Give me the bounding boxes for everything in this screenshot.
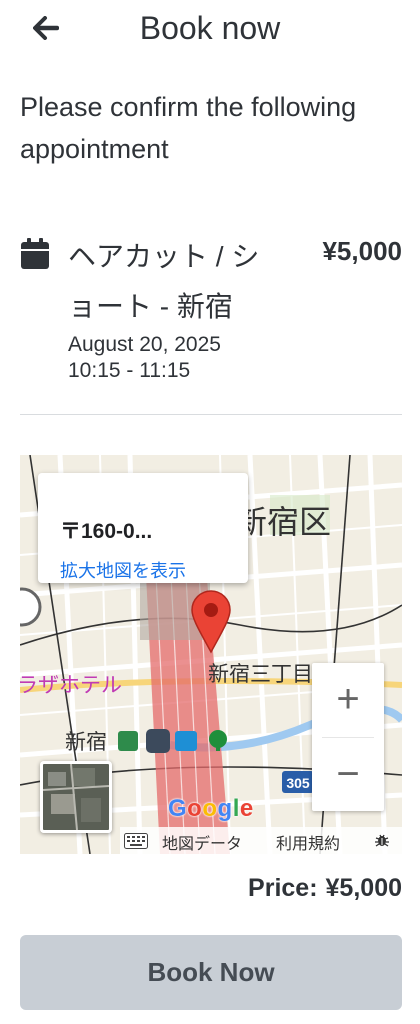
bug-report-icon[interactable] <box>374 832 390 848</box>
appointment-summary: ヘアカット / ショート - 新宿 ¥5,000 August 20, 2025… <box>20 232 402 392</box>
service-name: ヘアカット / ショート - 新宿 <box>68 241 260 322</box>
station-label: 新宿 <box>65 730 107 754</box>
zoom-in-button[interactable]: + <box>312 663 384 736</box>
confirm-message: Please confirm the following appointment <box>20 92 357 164</box>
map-data-link[interactable]: 地図データ <box>162 830 242 854</box>
page-title: Book now <box>139 10 281 46</box>
book-now-button[interactable]: Book Now <box>20 935 402 1010</box>
route-number: 305 <box>286 775 310 791</box>
price-value: ¥5,000 <box>325 874 402 902</box>
price-label: Price: <box>248 874 318 902</box>
map-footer: 地図データ 利用規約 <box>120 827 402 854</box>
calendar-icon <box>21 238 49 269</box>
keyboard-icon[interactable] <box>124 833 148 849</box>
location-map[interactable]: 305 新宿区 新宿三丁目 新宿 ラザホテル 〒160-0... 拡大地図を表示… <box>20 455 402 854</box>
appointment-time: 10:15 - 11:15 <box>68 359 191 382</box>
view-larger-map-link[interactable]: 拡大地図を表示 <box>60 557 186 583</box>
zoom-controls: + − <box>312 663 384 811</box>
hotel-label: ラザホテル <box>20 673 122 697</box>
service-price: ¥5,000 <box>322 236 402 266</box>
satellite-toggle[interactable] <box>40 761 112 833</box>
map-info-card: 〒160-0... 拡大地図を表示 <box>38 473 248 583</box>
satellite-thumbnail <box>43 764 109 830</box>
sanchome-label: 新宿三丁目 <box>208 662 313 686</box>
header: Book now <box>0 0 420 56</box>
google-logo: Google <box>168 795 254 822</box>
appointment-date: August 20, 2025 <box>68 333 221 356</box>
divider <box>20 414 402 415</box>
price-summary: Price: ¥5,000 <box>248 874 402 903</box>
zoom-out-button[interactable]: − <box>312 738 384 811</box>
info-postal-code: 〒160-0... <box>60 520 153 543</box>
terms-link[interactable]: 利用規約 <box>276 830 340 854</box>
ward-label: 新宿区 <box>235 503 331 541</box>
